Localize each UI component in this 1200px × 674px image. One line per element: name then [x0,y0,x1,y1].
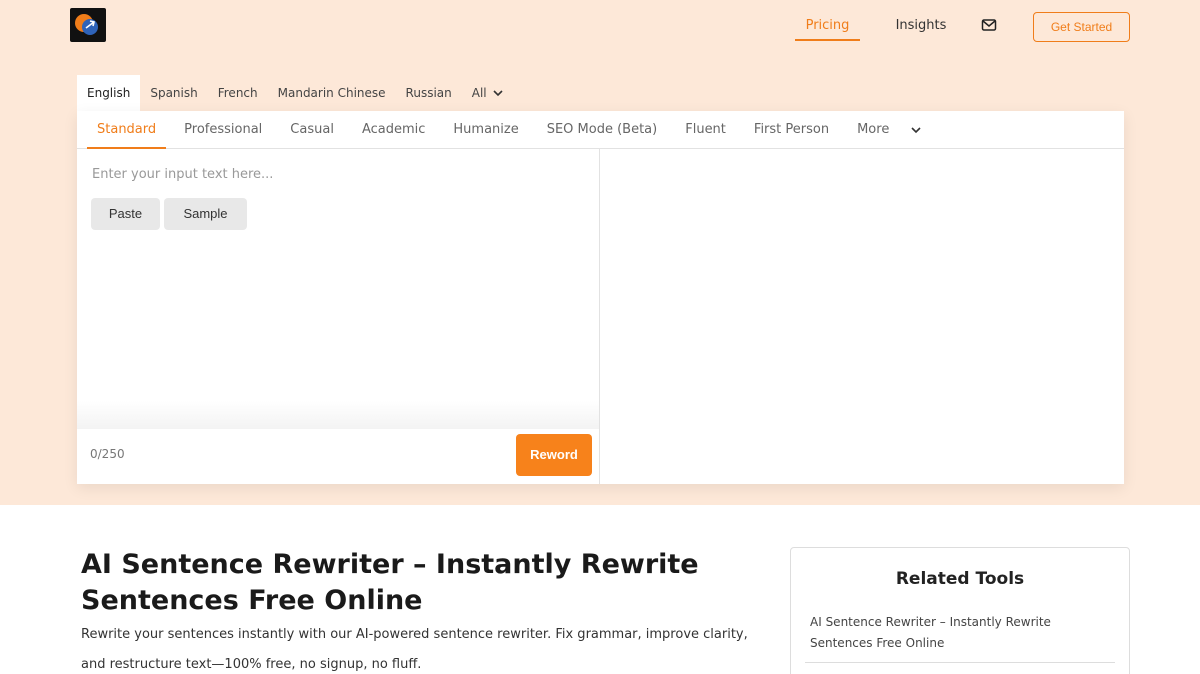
tab-language-english[interactable]: English [77,75,141,111]
mode-more-dropdown[interactable]: More [847,111,931,149]
related-divider [805,662,1115,663]
nav-pricing[interactable]: Pricing [795,12,860,41]
tab-mode-casual[interactable]: Casual [280,111,344,149]
tab-mode-academic[interactable]: Academic [352,111,435,149]
related-tool-link[interactable]: AI Sentence Rewriter – Instantly Rewrite… [810,612,1110,654]
character-counter: 0/250 [90,447,125,461]
chevron-down-icon [911,126,921,133]
page-title: AI Sentence Rewriter – Instantly Rewrite… [81,549,699,616]
tab-mode-standard[interactable]: Standard [87,111,167,149]
tab-language-spanish[interactable]: Spanish [140,75,207,111]
language-all-label: All [471,86,487,100]
nav-insights[interactable]: Insights [890,12,952,40]
get-started-button[interactable]: Get Started [1033,12,1130,42]
panel-divider [599,149,600,484]
sample-button[interactable]: Sample [164,198,247,230]
language-all-dropdown[interactable]: All [462,75,513,111]
paste-button[interactable]: Paste [91,198,160,230]
language-tabs: English Spanish French Mandarin Chinese … [77,75,513,111]
input-textarea[interactable]: Enter your input text here... [92,167,273,182]
related-tools-title: Related Tools [895,569,1025,589]
input-fade [77,401,599,429]
tab-mode-fluent[interactable]: Fluent [675,111,736,149]
related-tools-card: Related Tools AI Sentence Rewriter – Ins… [790,547,1130,674]
tab-mode-professional[interactable]: Professional [174,111,272,149]
tab-mode-seo[interactable]: SEO Mode (Beta) [537,111,668,149]
rewriter-panel: Standard Professional Casual Academic Hu… [77,111,1124,484]
brand-logo[interactable] [70,8,106,42]
tab-mode-first-person[interactable]: First Person [744,111,839,149]
mode-tabs: Standard Professional Casual Academic Hu… [77,111,1124,149]
tab-language-french[interactable]: French [208,75,268,111]
chevron-down-icon [493,89,503,96]
mode-more-label: More [857,122,890,137]
page-description: Rewrite your sentences instantly with ou… [81,627,748,672]
tab-mode-humanize[interactable]: Humanize [443,111,528,149]
reword-button[interactable]: Reword [516,434,592,476]
tab-language-mandarin[interactable]: Mandarin Chinese [268,75,396,111]
tab-language-russian[interactable]: Russian [396,75,462,111]
mail-icon[interactable] [981,17,997,31]
